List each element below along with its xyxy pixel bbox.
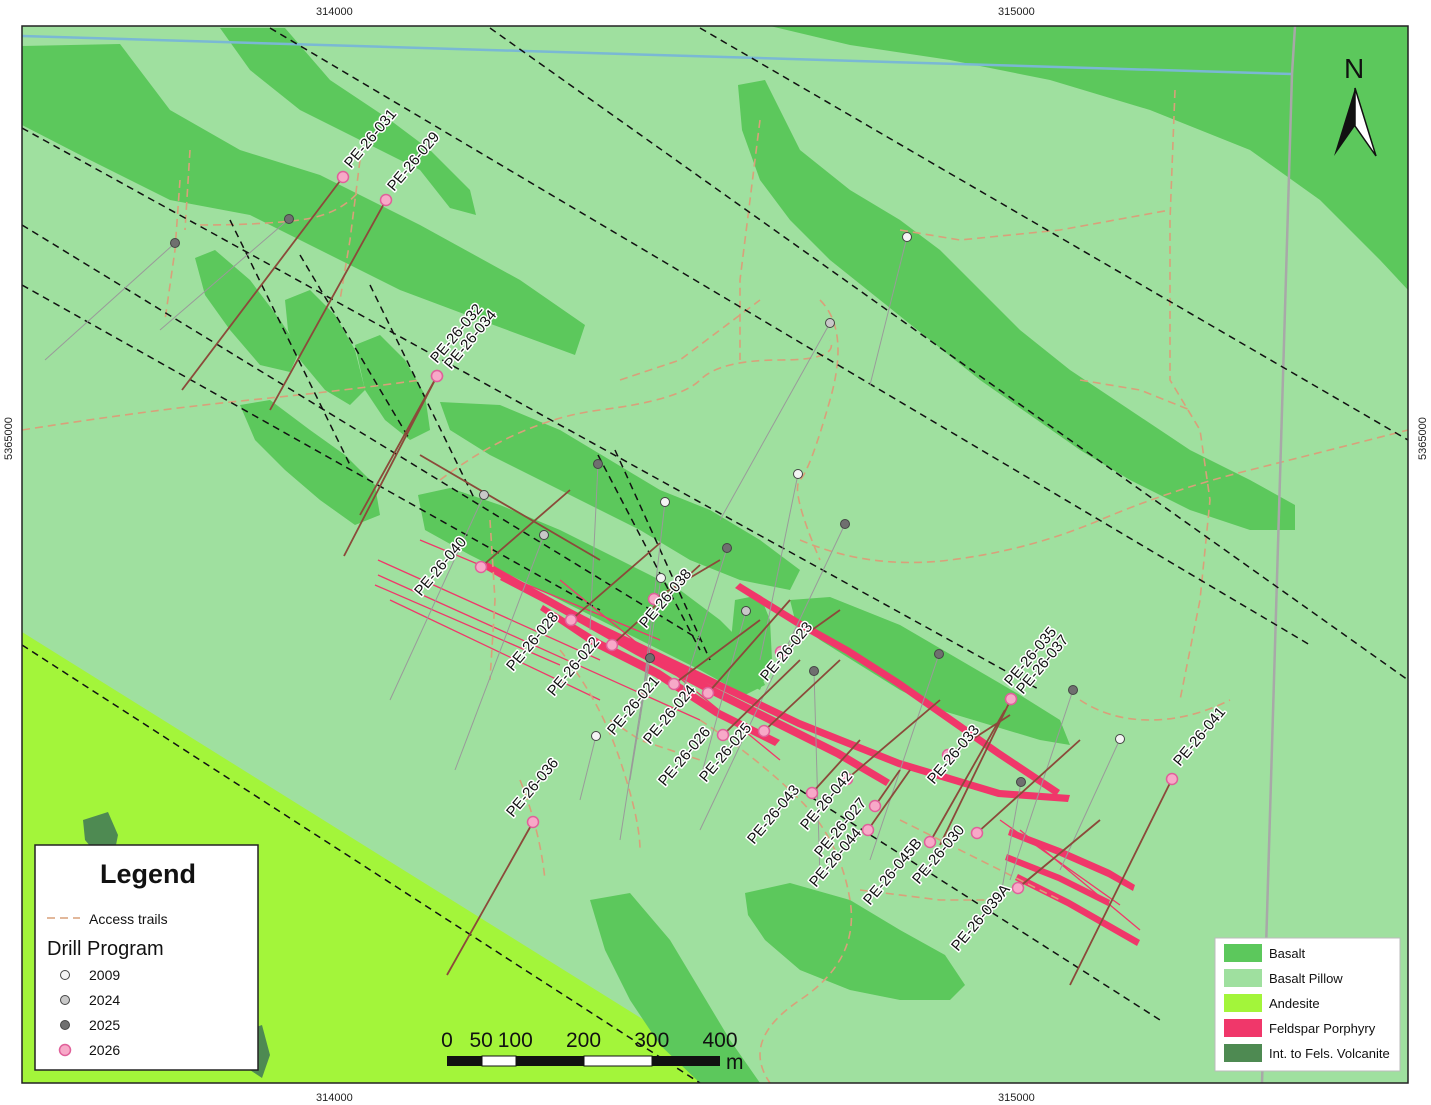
drill-collar-2026[interactable] <box>605 638 619 652</box>
historic-collar[interactable] <box>825 318 835 328</box>
drill-collar-2026[interactable] <box>430 369 444 383</box>
scale-unit: m <box>726 1051 744 1074</box>
geology-label: Basalt <box>1269 946 1306 961</box>
drill-year-label: 2026 <box>89 1042 120 1058</box>
scale-segment <box>583 1055 653 1067</box>
drill-year-swatch <box>58 1043 72 1057</box>
drill-collar-2026[interactable] <box>667 677 681 691</box>
scale-tick-label: 200 <box>566 1029 601 1052</box>
geology-map: PE-26-031PE-26-029PE-26-032PE-26-034PE-2… <box>3 6 1429 1104</box>
historic-collar[interactable] <box>840 519 850 529</box>
easting-label-bottom-1: 314000 <box>316 1092 353 1104</box>
drill-collar-2026[interactable] <box>526 815 540 829</box>
historic-collar[interactable] <box>539 530 549 540</box>
easting-label-bottom-2: 315000 <box>998 1092 1035 1104</box>
geology-swatch <box>1224 1044 1262 1062</box>
drill-collar-2026[interactable] <box>564 613 578 627</box>
drill-collar-2026[interactable] <box>474 560 488 574</box>
geology-swatch <box>1224 969 1262 987</box>
drill-collar-2026[interactable] <box>1165 772 1179 786</box>
scale-tick-label: 50 <box>469 1029 492 1052</box>
drill-collar-2026[interactable] <box>861 823 875 837</box>
scale-segment <box>481 1055 517 1067</box>
historic-collar[interactable] <box>793 469 803 479</box>
historic-collar[interactable] <box>809 666 819 676</box>
geology-swatch <box>1224 1019 1262 1037</box>
drill-year-label: 2025 <box>89 1017 120 1033</box>
geology-label: Andesite <box>1269 996 1320 1011</box>
drill-collar-2026[interactable] <box>336 170 350 184</box>
drill-collar-2026[interactable] <box>701 686 715 700</box>
scale-segment <box>516 1056 584 1066</box>
drill-year-label: 2009 <box>89 967 120 983</box>
drill-year-swatch <box>60 1020 70 1030</box>
historic-collar[interactable] <box>170 238 180 248</box>
geology-swatch <box>1224 994 1262 1012</box>
drill-year-swatch <box>60 970 70 980</box>
historic-collar[interactable] <box>593 459 603 469</box>
historic-collar[interactable] <box>1016 777 1026 787</box>
historic-collar[interactable] <box>284 214 294 224</box>
drill-collar-2026[interactable] <box>868 799 882 813</box>
scale-tick-label: 300 <box>634 1029 669 1052</box>
access-trail-label: Access trails <box>89 911 168 927</box>
drill-collar-2026[interactable] <box>757 724 771 738</box>
geology-label: Int. to Fels. Volcanite <box>1269 1046 1390 1061</box>
legend-box: Legend Access trails Drill Program 2009 2… <box>34 844 259 1071</box>
drill-year-swatch <box>60 995 70 1005</box>
historic-collar[interactable] <box>902 232 912 242</box>
drill-collar-2026[interactable] <box>1011 881 1025 895</box>
scale-tick-label: 100 <box>498 1029 533 1052</box>
historic-collar[interactable] <box>1115 734 1125 744</box>
drill-collar-2026[interactable] <box>970 826 984 840</box>
scale-segment <box>652 1056 720 1066</box>
historic-collar[interactable] <box>741 606 751 616</box>
geology-legend-box: Basalt Basalt Pillow Andesite Feldspar Porp… <box>1214 937 1401 1072</box>
drill-collar-2026[interactable] <box>1004 692 1018 706</box>
drill-collar-2026[interactable] <box>805 786 819 800</box>
drill-year-label: 2024 <box>89 992 120 1008</box>
scale-tick-label: 400 <box>702 1029 737 1052</box>
historic-collar[interactable] <box>1068 685 1078 695</box>
historic-collar[interactable] <box>479 490 489 500</box>
drill-collar-2026[interactable] <box>379 193 393 207</box>
northing-label-right: 5365000 <box>1417 417 1429 460</box>
historic-collar[interactable] <box>656 573 666 583</box>
geology-swatch <box>1224 944 1262 962</box>
historic-collar[interactable] <box>660 497 670 507</box>
geology-label: Basalt Pillow <box>1269 971 1343 986</box>
scale-segment <box>447 1056 482 1066</box>
legend-title: Legend <box>100 859 196 889</box>
north-arrow-label: N <box>1344 53 1364 84</box>
historic-collar[interactable] <box>591 731 601 741</box>
historic-collar[interactable] <box>722 543 732 553</box>
northing-label-left: 5365000 <box>3 417 15 460</box>
easting-label-top-1: 314000 <box>316 6 353 18</box>
historic-collar[interactable] <box>645 653 655 663</box>
geology-label: Feldspar Porphyry <box>1269 1021 1376 1036</box>
historic-collar[interactable] <box>934 649 944 659</box>
scale-tick-label: 0 <box>441 1029 453 1052</box>
drill-program-title: Drill Program <box>47 938 164 960</box>
easting-label-top-2: 315000 <box>998 6 1035 18</box>
